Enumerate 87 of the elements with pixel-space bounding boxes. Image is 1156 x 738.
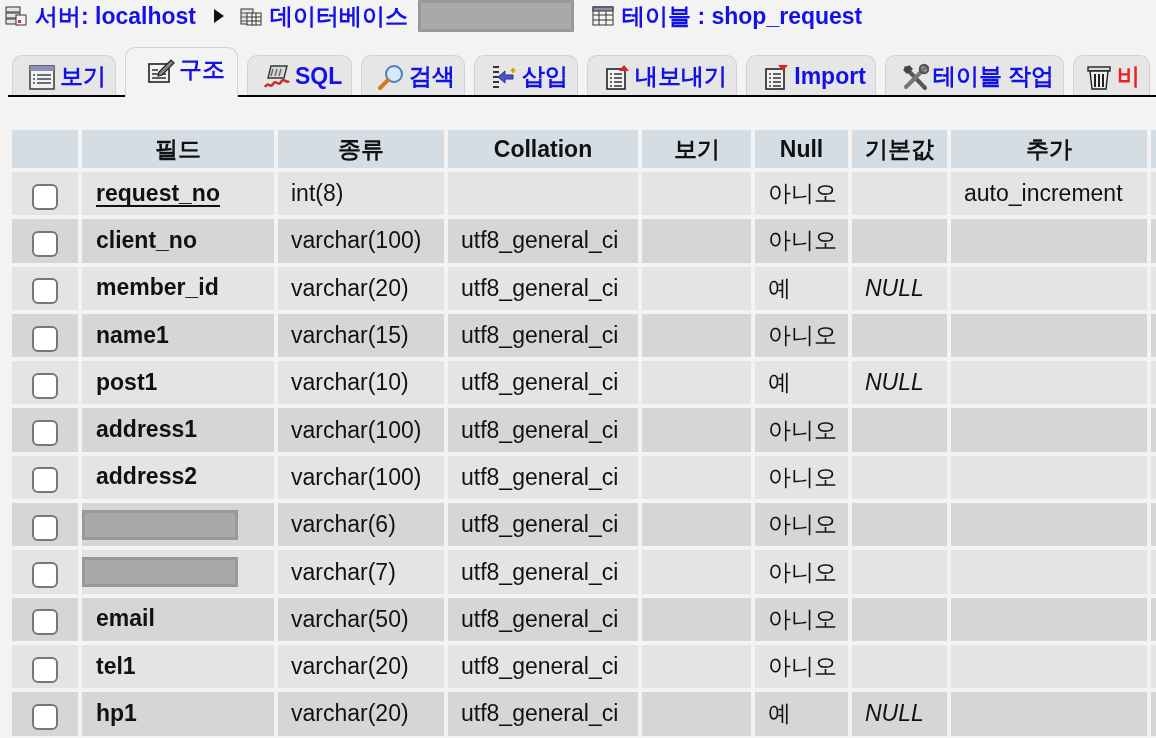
checkbox[interactable] xyxy=(32,230,58,257)
table-cell: utf8_general_ci xyxy=(448,313,638,358)
table-cell: 아니오 xyxy=(755,550,848,594)
field-name-link[interactable]: request_no xyxy=(96,180,220,207)
table-cell: utf8_general_ci xyxy=(448,644,638,689)
document-down-arrow-icon xyxy=(762,62,791,91)
checkbox[interactable] xyxy=(32,703,58,730)
column-header: 기본값 xyxy=(852,130,947,168)
table-cell: varchar(20) xyxy=(278,644,444,689)
table-cell: NULL xyxy=(852,361,947,405)
tab[interactable]: 삽입 xyxy=(474,55,579,95)
checkbox[interactable] xyxy=(32,656,58,683)
field-name-link[interactable]: hp1 xyxy=(96,700,137,727)
table-cell: int(8) xyxy=(278,172,444,216)
table-cell: 아니오 xyxy=(755,503,848,547)
column-header: 종류 xyxy=(278,130,444,168)
server-icon xyxy=(5,6,27,26)
table-grid-icon xyxy=(592,6,614,26)
table-cell: utf8_general_ci xyxy=(448,692,638,736)
table-cell: NULL xyxy=(852,266,947,310)
column-header xyxy=(12,130,78,168)
column-header: Collation xyxy=(448,130,638,168)
table-cell: 예 xyxy=(755,692,848,736)
breadcrumb-link[interactable]: 서버: localhost xyxy=(5,0,196,32)
field-name-link[interactable]: client_no xyxy=(96,227,197,254)
tab[interactable]: 내보내기 xyxy=(587,55,738,95)
tab[interactable]: SQL xyxy=(247,55,353,95)
tab[interactable]: 구조 xyxy=(125,47,238,97)
table-cell: 아니오 xyxy=(755,455,848,500)
table-cell: utf8_general_ci xyxy=(448,503,638,547)
tab[interactable]: 보기 xyxy=(12,55,116,95)
table-cell: 예 xyxy=(755,361,848,405)
table-cell: utf8_general_ci xyxy=(448,361,638,405)
field-name-link[interactable]: email xyxy=(96,606,155,633)
checkbox[interactable] xyxy=(32,467,58,494)
field-name-link[interactable]: post1 xyxy=(96,369,158,396)
breadcrumb-link[interactable]: 테이블 : shop_request xyxy=(592,0,863,32)
table-cell: 아니오 xyxy=(755,313,848,358)
table-cell: utf8_general_ci xyxy=(448,408,638,452)
table-cell: varchar(6) xyxy=(278,503,444,547)
table-cell: 아니오 xyxy=(755,644,848,689)
search-icon xyxy=(377,62,406,91)
field-name-link[interactable]: address1 xyxy=(96,417,197,444)
column-header: 필드 xyxy=(82,130,274,168)
table-cell: varchar(100) xyxy=(278,219,444,263)
table-cell: 예 xyxy=(755,266,848,310)
stacked-tables-icon xyxy=(240,6,262,26)
checkbox[interactable] xyxy=(32,514,58,541)
table-cell: varchar(15) xyxy=(278,313,444,358)
checkbox[interactable] xyxy=(32,278,58,305)
table-cell: 아니오 xyxy=(755,172,848,216)
table-cell: varchar(20) xyxy=(278,692,444,736)
tab[interactable]: 테이블 작업 xyxy=(884,55,1065,95)
table-cell: utf8_general_ci xyxy=(448,455,638,500)
field-name-link[interactable]: tel1 xyxy=(96,653,136,680)
checkbox[interactable] xyxy=(32,183,58,210)
table-cell: varchar(20) xyxy=(278,266,444,310)
breadcrumb-link[interactable]: 데이터베이스 xyxy=(240,0,408,32)
table-cell: varchar(7) xyxy=(278,550,444,594)
column-header: 추가 xyxy=(951,130,1147,168)
table-cell: utf8_general_ci xyxy=(448,266,638,310)
table-cell: utf8_general_ci xyxy=(448,597,638,641)
tab[interactable]: 비 xyxy=(1073,55,1151,95)
checkbox[interactable] xyxy=(32,372,58,399)
table-list-icon xyxy=(28,62,56,91)
field-name-link[interactable]: member_id xyxy=(96,275,219,302)
table-cell: varchar(100) xyxy=(278,408,444,452)
table-cell: auto_increment xyxy=(951,172,1147,216)
checkbox[interactable] xyxy=(32,420,58,447)
checkbox[interactable] xyxy=(32,325,58,352)
table-cell: varchar(10) xyxy=(278,361,444,405)
table-cell: varchar(50) xyxy=(278,597,444,641)
tab[interactable]: 검색 xyxy=(361,55,466,95)
table-cell: utf8_general_ci xyxy=(448,219,638,263)
table-cell: utf8_general_ci xyxy=(448,550,638,594)
table-cell: 아니오 xyxy=(755,219,848,263)
table-cell: NULL xyxy=(852,692,947,736)
table-cell: varchar(100) xyxy=(278,455,444,500)
field-name-link[interactable]: address2 xyxy=(96,464,197,491)
checkbox[interactable] xyxy=(32,609,58,636)
table-cell: 아니오 xyxy=(755,408,848,452)
checkbox[interactable] xyxy=(32,562,58,588)
column-header: 보기 xyxy=(642,130,751,168)
column-header: Null xyxy=(755,130,848,168)
table-cell: 아니오 xyxy=(755,597,848,641)
tab[interactable]: Import xyxy=(746,55,876,95)
field-name-link[interactable]: name1 xyxy=(96,322,169,349)
